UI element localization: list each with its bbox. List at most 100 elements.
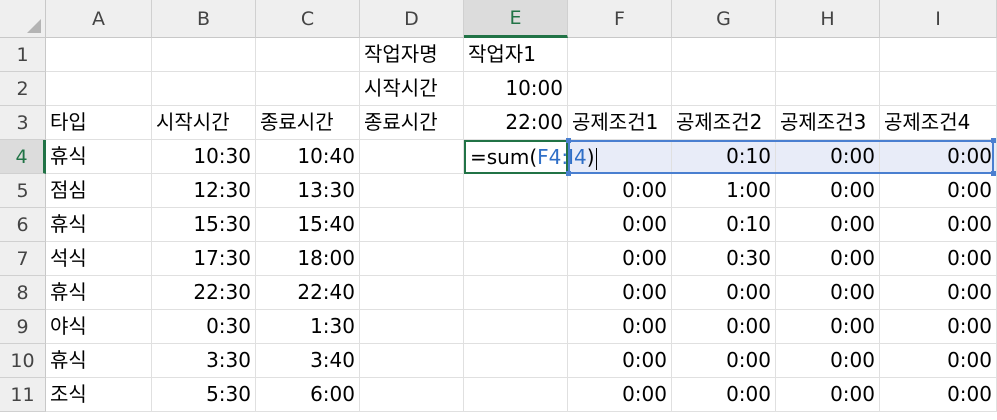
cell-a4[interactable]: 휴식 bbox=[46, 140, 152, 174]
cell-a6[interactable]: 휴식 bbox=[46, 208, 152, 242]
cell-g5[interactable]: 1:00 bbox=[672, 174, 776, 208]
cell-b5[interactable]: 12:30 bbox=[152, 174, 256, 208]
cell-f5[interactable]: 0:00 bbox=[568, 174, 672, 208]
cell-e9[interactable] bbox=[464, 310, 568, 344]
cell-g8[interactable]: 0:00 bbox=[672, 276, 776, 310]
cell-f11[interactable]: 0:00 bbox=[568, 378, 672, 412]
cell-f7[interactable]: 0:00 bbox=[568, 242, 672, 276]
cell-c4[interactable]: 10:40 bbox=[256, 140, 360, 174]
cell-e3[interactable]: 22:00 bbox=[464, 106, 568, 140]
cell-g1[interactable] bbox=[672, 38, 776, 72]
cell-b11[interactable]: 5:30 bbox=[152, 378, 256, 412]
cell-d8[interactable] bbox=[360, 276, 464, 310]
cell-a2[interactable] bbox=[46, 72, 152, 106]
cell-h4[interactable]: 0:00 bbox=[776, 140, 880, 174]
row-header-10[interactable]: 10 bbox=[0, 344, 46, 378]
cell-c6[interactable]: 15:40 bbox=[256, 208, 360, 242]
cell-c5[interactable]: 13:30 bbox=[256, 174, 360, 208]
row-header-1[interactable]: 1 bbox=[0, 38, 46, 72]
column-header-c[interactable]: C bbox=[256, 0, 360, 38]
cell-e1[interactable]: 작업자1 bbox=[464, 38, 568, 72]
cell-d4[interactable] bbox=[360, 140, 464, 174]
cell-f10[interactable]: 0:00 bbox=[568, 344, 672, 378]
cell-i6[interactable]: 0:00 bbox=[880, 208, 997, 242]
cell-d2[interactable]: 시작시간 bbox=[360, 72, 464, 106]
cell-c9[interactable]: 1:30 bbox=[256, 310, 360, 344]
cell-g9[interactable]: 0:00 bbox=[672, 310, 776, 344]
cell-c3[interactable]: 종료시간 bbox=[256, 106, 360, 140]
cell-f8[interactable]: 0:00 bbox=[568, 276, 672, 310]
cell-c10[interactable]: 3:40 bbox=[256, 344, 360, 378]
cell-f9[interactable]: 0:00 bbox=[568, 310, 672, 344]
range-resize-handle[interactable] bbox=[991, 138, 996, 143]
cell-d11[interactable] bbox=[360, 378, 464, 412]
cell-e11[interactable] bbox=[464, 378, 568, 412]
cell-i4[interactable]: 0:00 bbox=[880, 140, 997, 174]
cell-f3[interactable]: 공제조건1 bbox=[568, 106, 672, 140]
column-header-e[interactable]: E bbox=[464, 0, 568, 38]
cell-g7[interactable]: 0:30 bbox=[672, 242, 776, 276]
cell-e5[interactable] bbox=[464, 174, 568, 208]
column-header-i[interactable]: I bbox=[880, 0, 997, 38]
select-all-corner[interactable] bbox=[0, 0, 46, 38]
cell-i11[interactable]: 0:00 bbox=[880, 378, 997, 412]
cell-c1[interactable] bbox=[256, 38, 360, 72]
cell-g4[interactable]: 0:10 bbox=[672, 140, 776, 174]
cell-d3[interactable]: 종료시간 bbox=[360, 106, 464, 140]
cell-i10[interactable]: 0:00 bbox=[880, 344, 997, 378]
row-header-3[interactable]: 3 bbox=[0, 106, 46, 140]
cell-a1[interactable] bbox=[46, 38, 152, 72]
cell-e4-formula-editor[interactable]: =sum(F4:I4) bbox=[464, 140, 597, 174]
cell-b7[interactable]: 17:30 bbox=[152, 242, 256, 276]
column-header-g[interactable]: G bbox=[672, 0, 776, 38]
cell-e6[interactable] bbox=[464, 208, 568, 242]
cell-h5[interactable]: 0:00 bbox=[776, 174, 880, 208]
cell-i8[interactable]: 0:00 bbox=[880, 276, 997, 310]
cell-i2[interactable] bbox=[880, 72, 997, 106]
range-resize-handle[interactable] bbox=[566, 138, 571, 143]
column-header-f[interactable]: F bbox=[568, 0, 672, 38]
cell-f1[interactable] bbox=[568, 38, 672, 72]
cell-a5[interactable]: 점심 bbox=[46, 174, 152, 208]
cell-d6[interactable] bbox=[360, 208, 464, 242]
cell-e8[interactable] bbox=[464, 276, 568, 310]
row-header-11[interactable]: 11 bbox=[0, 378, 46, 412]
cell-c11[interactable]: 6:00 bbox=[256, 378, 360, 412]
row-header-2[interactable]: 2 bbox=[0, 72, 46, 106]
cell-d9[interactable] bbox=[360, 310, 464, 344]
cell-h3[interactable]: 공제조건3 bbox=[776, 106, 880, 140]
column-header-h[interactable]: H bbox=[776, 0, 880, 38]
cell-a3[interactable]: 타입 bbox=[46, 106, 152, 140]
cell-e7[interactable] bbox=[464, 242, 568, 276]
cell-g11[interactable]: 0:00 bbox=[672, 378, 776, 412]
row-header-9[interactable]: 9 bbox=[0, 310, 46, 344]
cell-h10[interactable]: 0:00 bbox=[776, 344, 880, 378]
cell-d1[interactable]: 작업자명 bbox=[360, 38, 464, 72]
cell-i3[interactable]: 공제조건4 bbox=[880, 106, 997, 140]
cell-g3[interactable]: 공제조건2 bbox=[672, 106, 776, 140]
cell-b8[interactable]: 22:30 bbox=[152, 276, 256, 310]
cell-d5[interactable] bbox=[360, 174, 464, 208]
cell-g2[interactable] bbox=[672, 72, 776, 106]
cell-h9[interactable]: 0:00 bbox=[776, 310, 880, 344]
cell-h6[interactable]: 0:00 bbox=[776, 208, 880, 242]
cell-h8[interactable]: 0:00 bbox=[776, 276, 880, 310]
cell-c8[interactable]: 22:40 bbox=[256, 276, 360, 310]
row-header-4[interactable]: 4 bbox=[0, 140, 46, 174]
cell-g6[interactable]: 0:10 bbox=[672, 208, 776, 242]
cell-g10[interactable]: 0:00 bbox=[672, 344, 776, 378]
cell-h7[interactable]: 0:00 bbox=[776, 242, 880, 276]
range-resize-handle[interactable] bbox=[991, 171, 996, 176]
cell-h11[interactable]: 0:00 bbox=[776, 378, 880, 412]
cell-a11[interactable]: 조식 bbox=[46, 378, 152, 412]
cell-i7[interactable]: 0:00 bbox=[880, 242, 997, 276]
cell-b9[interactable]: 0:30 bbox=[152, 310, 256, 344]
range-resize-handle[interactable] bbox=[566, 171, 571, 176]
row-header-5[interactable]: 5 bbox=[0, 174, 46, 208]
cell-h2[interactable] bbox=[776, 72, 880, 106]
cell-a10[interactable]: 휴식 bbox=[46, 344, 152, 378]
cell-e10[interactable] bbox=[464, 344, 568, 378]
cell-f6[interactable]: 0:00 bbox=[568, 208, 672, 242]
cell-c7[interactable]: 18:00 bbox=[256, 242, 360, 276]
cell-a9[interactable]: 야식 bbox=[46, 310, 152, 344]
